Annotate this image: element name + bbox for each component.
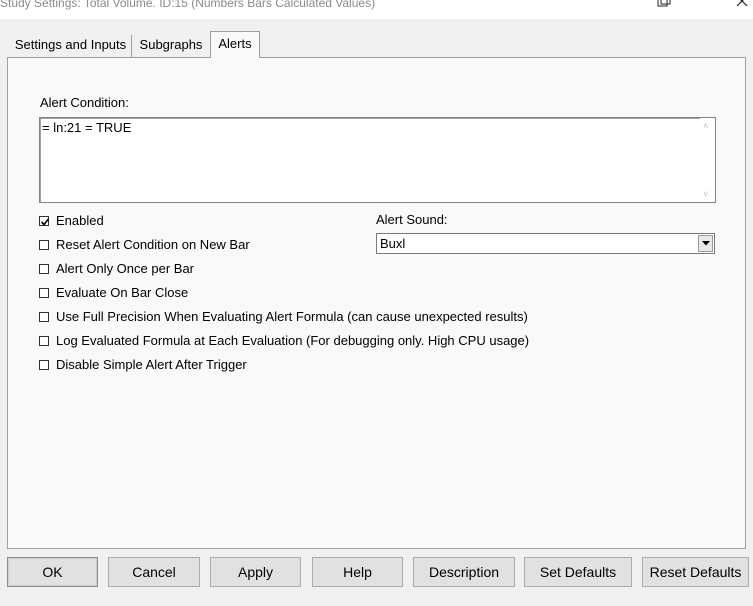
use-full-precision-checkbox[interactable] [39, 312, 49, 322]
tab-label: Alerts [218, 36, 252, 51]
tab-label: Subgraphs [139, 37, 203, 52]
window-title: Study Settings: Total Volume. ID:15 (Num… [0, 0, 376, 10]
help-button[interactable]: Help [312, 557, 403, 587]
ok-button[interactable]: OK [7, 557, 98, 587]
disable-simple-alert-checkbox[interactable] [39, 360, 49, 370]
chevron-down-icon [702, 241, 710, 246]
evaluate-on-bar-close-checkbox[interactable] [39, 288, 49, 298]
tab-subgraphs[interactable]: Subgraphs [132, 35, 211, 57]
alert-sound-label: Alert Sound: [376, 212, 448, 227]
tab-alerts[interactable]: Alerts [210, 31, 260, 58]
close-icon[interactable] [734, 0, 750, 8]
alert-only-once-checkbox[interactable] [39, 264, 49, 274]
enabled-checkbox[interactable] [39, 216, 50, 226]
log-evaluated-formula-label: Log Evaluated Formula at Each Evaluation… [56, 333, 530, 348]
use-full-precision-label: Use Full Precision When Evaluating Alert… [56, 309, 528, 324]
tab-settings-and-inputs[interactable]: Settings and Inputs [10, 35, 132, 57]
reset-alert-condition-label: Reset Alert Condition on New Bar [56, 237, 250, 252]
restore-window-icon[interactable] [656, 0, 672, 7]
alert-condition-label: Alert Condition: [40, 95, 129, 110]
tab-label: Settings and Inputs [14, 37, 127, 52]
title-bar: Study Settings: Total Volume. ID:15 (Num… [0, 0, 753, 19]
apply-button[interactable]: Apply [210, 557, 301, 587]
enabled-label: Enabled [56, 213, 104, 228]
disable-simple-alert-label: Disable Simple Alert After Trigger [56, 357, 247, 372]
scroll-up-icon[interactable]: ˄ [703, 121, 708, 131]
checkmark-icon [40, 218, 50, 226]
scroll-down-icon[interactable]: ˅ [703, 189, 708, 199]
alert-condition-input[interactable]: = ln:21 = TRUE ˄ ˅ [39, 117, 716, 203]
dropdown-button[interactable] [698, 235, 713, 252]
log-evaluated-formula-checkbox[interactable] [39, 336, 49, 346]
reset-alert-condition-checkbox[interactable] [39, 240, 49, 250]
alert-only-once-label: Alert Only Once per Bar [56, 261, 194, 276]
alert-condition-value: = ln:21 = TRUE [42, 120, 132, 135]
evaluate-on-bar-close-label: Evaluate On Bar Close [56, 285, 189, 300]
vertical-scrollbar[interactable]: ˄ ˅ [700, 118, 715, 202]
set-defaults-button[interactable]: Set Defaults [524, 557, 632, 587]
cancel-button[interactable]: Cancel [108, 557, 200, 587]
description-button[interactable]: Description [413, 557, 515, 587]
alert-sound-select[interactable]: Buxl [376, 233, 715, 254]
alert-sound-value: Buxl [380, 236, 406, 251]
reset-defaults-button[interactable]: Reset Defaults [642, 557, 749, 587]
